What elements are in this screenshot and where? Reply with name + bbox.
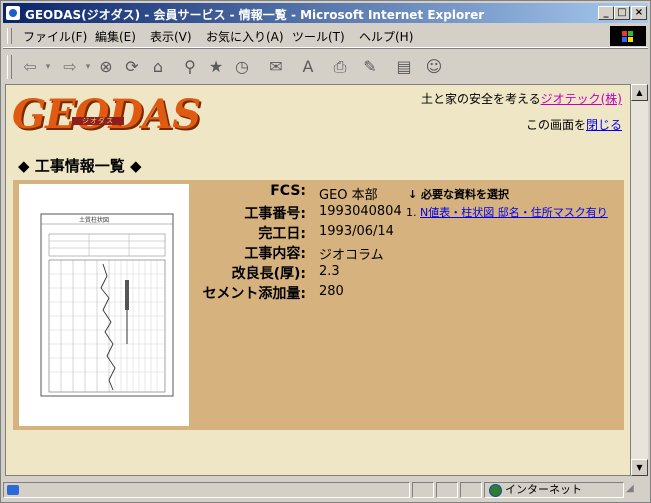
field-value-improved-length: 2.3 xyxy=(319,264,340,279)
history-icon[interactable]: ◷ xyxy=(231,57,253,77)
field-label-work-content: 工事内容: xyxy=(244,246,306,262)
back-dropdown-icon[interactable]: ▾ xyxy=(43,57,53,77)
close-prefix: この画面を xyxy=(525,118,586,132)
internet-zone-icon xyxy=(489,484,502,497)
boring-log-thumbnail[interactable]: 土質柱状図 xyxy=(19,184,189,426)
geodas-logo-sub: ジオダス xyxy=(72,117,124,125)
field-value-cement-amount: 280 xyxy=(319,284,344,299)
browser-window: GEODAS(ジオダス) - 会員サービス - 情報一覧 - Microsoft… xyxy=(0,0,651,503)
document-number: 1. xyxy=(406,206,417,219)
company-link[interactable]: ジオテック(株) xyxy=(541,92,622,106)
discuss-icon[interactable]: ▤ xyxy=(393,57,415,77)
messenger-icon[interactable]: ☺ xyxy=(423,57,445,77)
back-icon[interactable]: ⇦ xyxy=(17,57,43,77)
ie-icon xyxy=(6,6,20,20)
close-line: この画面を閉じる xyxy=(526,116,622,133)
menu-tools[interactable]: ツール(T) xyxy=(292,28,345,45)
maximize-button[interactable]: □ xyxy=(614,6,630,20)
favorites-icon[interactable]: ★ xyxy=(205,57,227,77)
close-page-link[interactable]: 閉じる xyxy=(586,118,622,132)
scroll-up-icon[interactable]: ▲ xyxy=(631,84,648,101)
document-link[interactable]: N値表・柱状図 邸名・住所マスク有り xyxy=(420,206,608,219)
status-bar: インターネット ◢ xyxy=(3,480,648,500)
windows-logo-icon xyxy=(610,26,646,46)
refresh-icon[interactable]: ⟳ xyxy=(121,57,143,77)
boring-log-drawing: 土質柱状図 xyxy=(40,213,174,397)
tagline: 土と家の安全を考えるジオテック(株) xyxy=(421,90,622,107)
scroll-down-icon[interactable]: ▼ xyxy=(631,459,648,476)
menu-file[interactable]: ファイル(F) xyxy=(23,28,87,45)
page-content: GEODAS ジオダス 土と家の安全を考えるジオテック(株) この画面を閉じる … xyxy=(5,84,631,476)
field-label-improved-length: 改良長(厚): xyxy=(231,266,306,282)
record-panel: 土質柱状図 FCS: GEO 本部 工事番号: 1993040804 完工日: … xyxy=(13,180,624,430)
forward-icon[interactable]: ⇨ xyxy=(57,57,83,77)
menu-view[interactable]: 表示(V) xyxy=(150,28,192,45)
field-label-cement-amount: セメント添加量: xyxy=(202,286,306,302)
status-main xyxy=(3,482,410,498)
title-bar: GEODAS(ジオダス) - 会員サービス - 情報一覧 - Microsoft… xyxy=(3,3,648,23)
toolbar-grip xyxy=(7,55,12,79)
minimize-button[interactable]: _ xyxy=(598,6,614,20)
window-title: GEODAS(ジオダス) - 会員サービス - 情報一覧 - Microsoft… xyxy=(25,8,485,22)
field-value-fcs: GEO 本部 xyxy=(319,188,378,203)
status-panel-2 xyxy=(436,482,458,498)
page-icon xyxy=(7,485,19,495)
resize-grip-icon[interactable]: ◢ xyxy=(626,482,646,498)
mail-icon[interactable]: ✉ xyxy=(265,57,287,77)
field-label-project-number: 工事番号: xyxy=(244,206,306,222)
menu-help[interactable]: ヘルプ(H) xyxy=(359,28,413,45)
field-value-work-content: ジオコラム xyxy=(319,248,384,263)
search-icon[interactable]: ⚲ xyxy=(179,57,201,77)
status-panel-1 xyxy=(412,482,434,498)
menu-favorites[interactable]: お気に入り(A) xyxy=(206,28,284,45)
document-select-label: ↓ 必要な資料を選択 xyxy=(408,188,510,201)
stop-icon[interactable]: ⊗ xyxy=(95,57,117,77)
forward-dropdown-icon[interactable]: ▾ xyxy=(83,57,93,77)
field-value-project-number: 1993040804 xyxy=(319,204,402,219)
menu-grip xyxy=(7,28,12,44)
edit-icon[interactable]: ✎ xyxy=(359,57,381,77)
menu-edit[interactable]: 編集(E) xyxy=(95,28,136,45)
toolbar: ⇦ ▾ ⇨ ▾ ⊗ ⟳ ⌂ ⚲ ★ ◷ ✉ A ⎙ ✎ ▤ ☺ xyxy=(3,48,648,83)
menu-bar: ファイル(F) 編集(E) 表示(V) お気に入り(A) ツール(T) ヘルプ(… xyxy=(3,25,648,48)
home-icon[interactable]: ⌂ xyxy=(147,57,169,77)
status-panel-3 xyxy=(460,482,482,498)
close-button[interactable]: × xyxy=(631,6,647,20)
status-zone: インターネット xyxy=(484,482,624,498)
zone-label: インターネット xyxy=(505,483,582,496)
field-label-completion-date: 完工日: xyxy=(258,226,306,242)
print-icon[interactable]: ⎙ xyxy=(329,57,351,77)
geodas-logo: GEODAS xyxy=(12,91,201,138)
thumbnail-caption: 土質柱状図 xyxy=(79,216,109,224)
document-item: 1. N値表・柱状図 邸名・住所マスク有り xyxy=(406,204,608,220)
vertical-scrollbar[interactable]: ▲ ▼ xyxy=(631,84,648,476)
section-title: ◆ 工事情報一覧 ◆ xyxy=(18,157,142,175)
font-size-icon[interactable]: A xyxy=(297,57,319,77)
field-value-completion-date: 1993/06/14 xyxy=(319,224,394,239)
field-label-fcs: FCS: xyxy=(270,183,306,199)
tagline-text: 土と家の安全を考える xyxy=(420,92,541,106)
